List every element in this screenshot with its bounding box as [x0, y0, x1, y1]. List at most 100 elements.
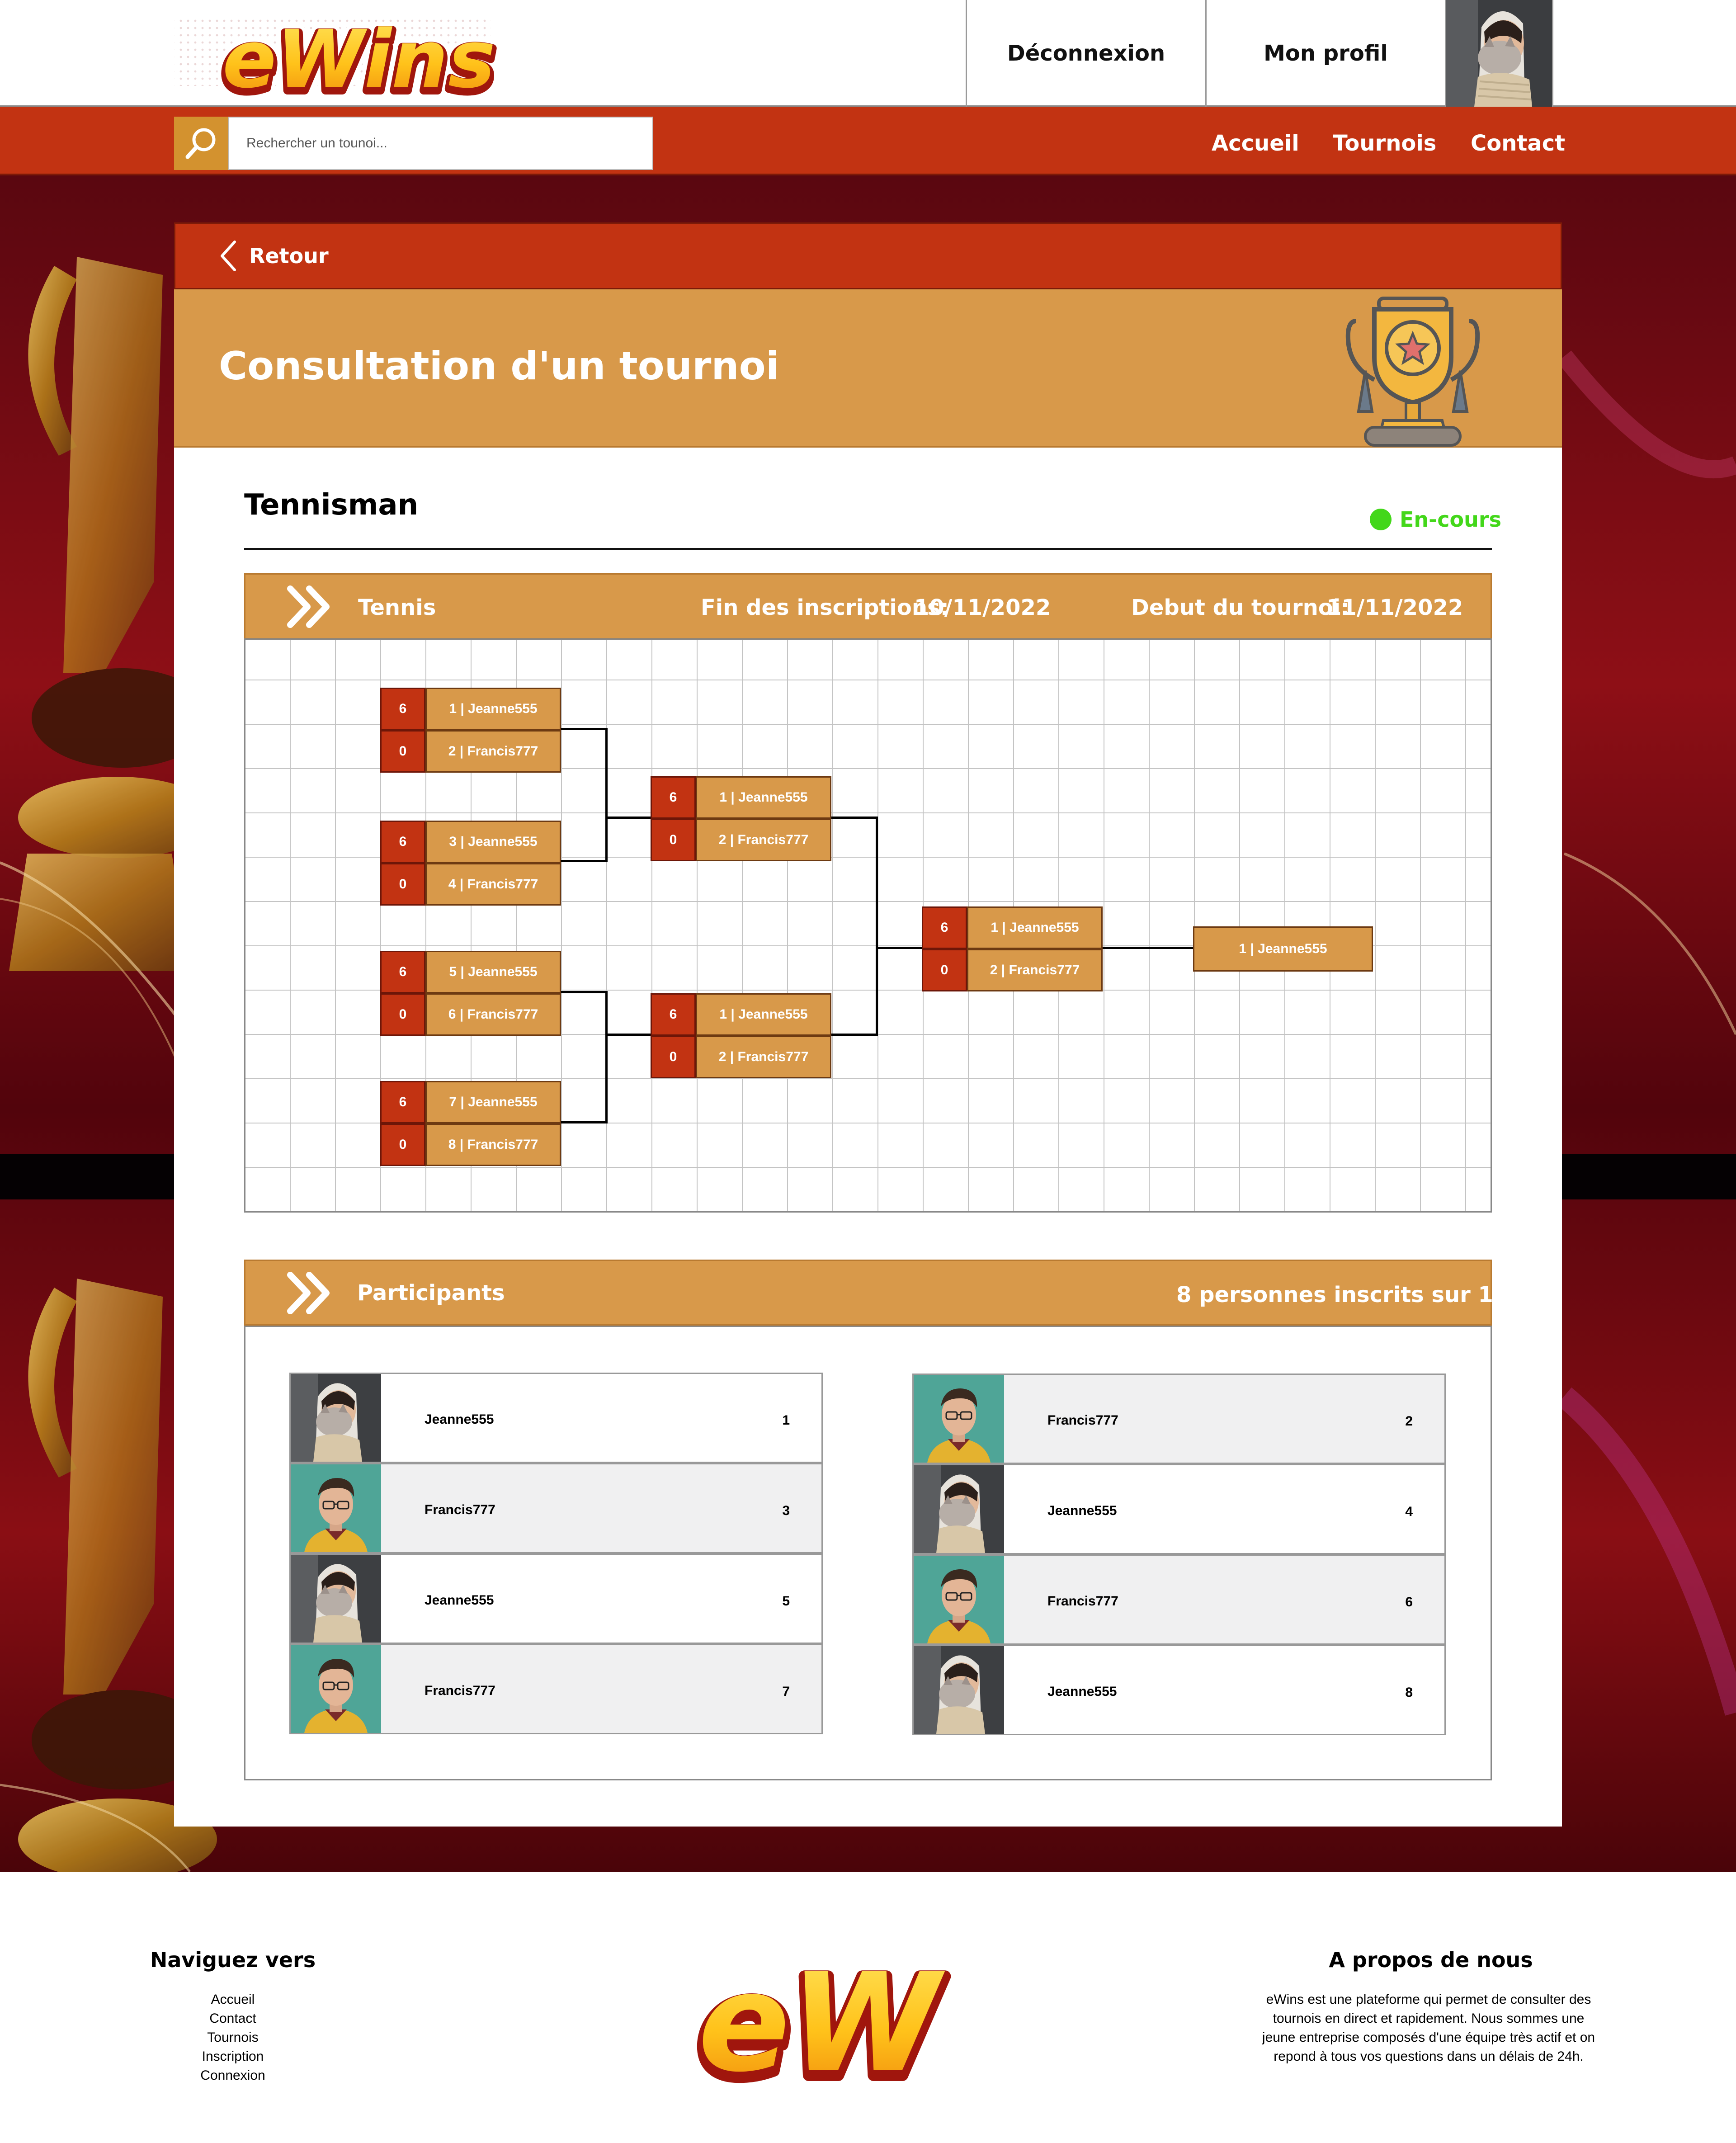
- bracket-connector: [831, 817, 877, 819]
- page-title: Consultation d'un tournoi: [219, 344, 779, 389]
- match-score: 6: [380, 688, 425, 730]
- participant-name: Francis777: [1047, 1594, 1118, 1609]
- participants-label: Participants: [357, 1280, 505, 1306]
- participant-row[interactable]: Jeanne555 5: [289, 1553, 823, 1644]
- title-divider: [244, 548, 1492, 550]
- svg-text:eWins: eWins: [222, 13, 495, 104]
- svg-text:eW: eW: [698, 1944, 947, 2102]
- bracket-connector: [605, 1034, 651, 1036]
- participant-row[interactable]: Jeanne555 1: [289, 1373, 823, 1463]
- footer-link-tournois[interactable]: Tournois: [136, 2028, 330, 2047]
- participant-number: 1: [782, 1413, 790, 1428]
- search-icon: [185, 128, 216, 159]
- match-score: 0: [651, 1036, 696, 1078]
- trophy-icon: [1338, 289, 1487, 448]
- start-date: 11/11/2022: [1326, 595, 1463, 620]
- nav-link-tournois[interactable]: Tournois: [1333, 117, 1436, 170]
- nav-link-contact[interactable]: Contact: [1471, 117, 1565, 170]
- participant-name: Jeanne555: [425, 1593, 494, 1608]
- back-label: Retour: [249, 244, 329, 268]
- user-avatar[interactable]: [1445, 0, 1553, 107]
- participants-count: 8 personnes inscrits sur 10: [1176, 1282, 1509, 1308]
- bracket-player[interactable]: 1 | Jeanne555: [967, 906, 1103, 949]
- participant-row[interactable]: Francis777 2: [912, 1374, 1446, 1464]
- match-score: 0: [651, 819, 696, 861]
- bracket-connector: [876, 817, 878, 1036]
- bracket-connector: [561, 860, 607, 862]
- bracket-player[interactable]: 3 | Jeanne555: [425, 821, 561, 863]
- nav-link-accueil[interactable]: Accueil: [1212, 117, 1299, 170]
- footer-nav-links: Accueil Contact Tournois Inscription Con…: [136, 1990, 330, 2085]
- bracket-player[interactable]: 4 | Francis777: [425, 863, 561, 906]
- cat-girl-avatar: [291, 1374, 381, 1462]
- tournament-bracket: 6 1 | Jeanne555 0 2 | Francis777 6 3 | J…: [244, 638, 1492, 1213]
- glasses-man-avatar: [914, 1556, 1004, 1643]
- bracket-connector: [561, 1121, 607, 1123]
- participant-number: 4: [1405, 1504, 1413, 1519]
- logout-button[interactable]: Déconnexion: [966, 0, 1205, 107]
- match-score: 6: [651, 993, 696, 1036]
- bracket-connector: [561, 991, 607, 993]
- participant-name: Jeanne555: [1047, 1684, 1117, 1699]
- glasses-man-avatar: [291, 1464, 381, 1552]
- bracket-winner[interactable]: 1 | Jeanne555: [1193, 926, 1373, 972]
- bracket-player[interactable]: 7 | Jeanne555: [425, 1081, 561, 1123]
- bracket-player[interactable]: 5 | Jeanne555: [425, 951, 561, 993]
- bracket-connector: [605, 728, 608, 862]
- search-input[interactable]: [228, 117, 653, 170]
- glasses-man-avatar: [291, 1645, 381, 1733]
- profile-button[interactable]: Mon profil: [1205, 0, 1445, 107]
- back-button[interactable]: Retour: [219, 240, 329, 272]
- match-score: 0: [380, 730, 425, 773]
- footer-about-text: eWins est une plateforme qui permet de c…: [1262, 1992, 1595, 2064]
- bracket-player[interactable]: 1 | Jeanne555: [696, 993, 831, 1036]
- participant-row[interactable]: Francis777 3: [289, 1463, 823, 1553]
- bracket-connector: [605, 991, 608, 1123]
- bracket-player[interactable]: 2 | Francis777: [696, 819, 831, 861]
- participant-name: Francis777: [1047, 1413, 1118, 1428]
- participant-number: 2: [1405, 1414, 1413, 1429]
- participant-row[interactable]: Jeanne555 4: [912, 1464, 1446, 1554]
- status-badge: En-cours: [1370, 507, 1501, 532]
- bracket-connector: [605, 817, 651, 819]
- participant-number: 5: [782, 1594, 790, 1609]
- double-chevron-icon: [285, 1271, 335, 1317]
- participant-number: 8: [1405, 1685, 1413, 1700]
- bracket-connector: [831, 1034, 877, 1036]
- participant-row[interactable]: Francis777 7: [289, 1644, 823, 1734]
- bracket-player[interactable]: 2 | Francis777: [967, 949, 1103, 991]
- participant-name: Jeanne555: [425, 1412, 494, 1427]
- glasses-man-avatar: [914, 1375, 1004, 1463]
- bracket-player[interactable]: 1 | Jeanne555: [425, 688, 561, 730]
- participant-name: Francis777: [425, 1502, 495, 1517]
- bracket-player[interactable]: 2 | Francis777: [425, 730, 561, 773]
- bracket-connector: [561, 728, 607, 730]
- footer-link-inscription[interactable]: Inscription: [136, 2047, 330, 2066]
- match-score: 6: [922, 906, 967, 949]
- ewins-logo[interactable]: eWins eWins eWins: [172, 5, 503, 117]
- cat-girl-avatar: [914, 1646, 1004, 1734]
- bracket-player[interactable]: 1 | Jeanne555: [696, 776, 831, 819]
- bracket-connector: [1103, 947, 1193, 949]
- match-score: 0: [922, 949, 967, 991]
- bracket-connector: [876, 947, 922, 949]
- participant-name: Francis777: [425, 1683, 495, 1698]
- match-score: 0: [380, 1123, 425, 1166]
- match-score: 6: [380, 821, 425, 863]
- participant-row[interactable]: Jeanne555 8: [912, 1645, 1446, 1735]
- chevron-left-icon: [221, 241, 236, 271]
- tournament-name: Tennisman: [244, 488, 419, 522]
- search-button[interactable]: [174, 117, 228, 170]
- match-score: 6: [380, 1081, 425, 1123]
- registration-end-label: Fin des inscriptions:: [701, 595, 949, 620]
- bracket-player[interactable]: 6 | Francis777: [425, 993, 561, 1036]
- bracket-player[interactable]: 8 | Francis777: [425, 1123, 561, 1166]
- footer-logo: eW eW eW: [687, 1931, 986, 2117]
- footer-link-connexion[interactable]: Connexion: [136, 2066, 330, 2085]
- cat-girl-avatar: [914, 1465, 1004, 1553]
- bracket-player[interactable]: 2 | Francis777: [696, 1036, 831, 1078]
- participant-row[interactable]: Francis777 6: [912, 1554, 1446, 1645]
- footer-nav-title: Naviguez vers: [150, 1948, 316, 1972]
- footer-link-contact[interactable]: Contact: [136, 2009, 330, 2028]
- footer-link-accueil[interactable]: Accueil: [136, 1990, 330, 2009]
